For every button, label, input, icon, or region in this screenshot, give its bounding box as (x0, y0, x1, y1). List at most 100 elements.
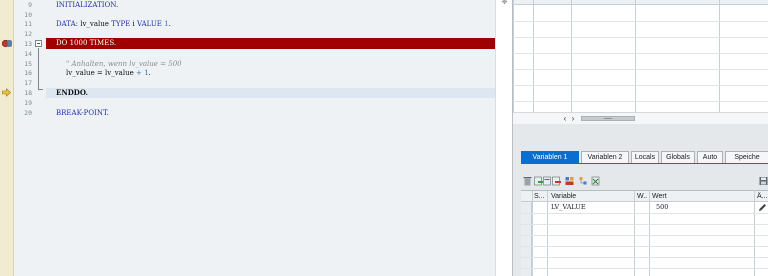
variables-tabbar: Variablen 1 Variablen 2 Locals Globals A… (521, 151, 768, 163)
keyword: BREAK-POINT. (56, 109, 109, 117)
punctuation: . (148, 69, 151, 77)
code-line-16[interactable]: lv_value = lv_value + 1. (46, 68, 495, 78)
grid-row-line (513, 21, 768, 22)
tab-underline (521, 163, 768, 164)
tab-auto[interactable]: Auto (697, 151, 723, 163)
table-row-line (521, 224, 768, 225)
scroll-thumb[interactable] (581, 116, 635, 121)
grid-column-line (513, 0, 514, 112)
grid-row-line (513, 69, 768, 70)
table-column-line (532, 191, 533, 276)
number-literal: 1 (141, 69, 149, 77)
table-column-line (754, 191, 755, 276)
comment: " Anhalten, wenn lv_value = 500 (66, 60, 182, 68)
fold-guide (38, 48, 39, 90)
grid-header-cell: 1 (537, 0, 541, 2)
line-number: 17 (24, 79, 32, 87)
line-number: 11 (24, 20, 32, 28)
identifier: i (130, 20, 137, 28)
edit-pencil-icon[interactable] (758, 203, 767, 212)
code-line-18[interactable]: ENDDO. (46, 88, 495, 98)
fold-column (34, 0, 46, 276)
pane-splitter[interactable]: ✥ (495, 0, 512, 276)
grid-column-line (571, 0, 572, 112)
keyword: DATA: (56, 20, 78, 28)
grid-row-line (513, 101, 768, 102)
keyword: INITIALIZATION. (56, 1, 119, 9)
table-row-line (521, 235, 768, 236)
grid-column-line (719, 0, 720, 112)
identifier: lv_value (77, 20, 112, 28)
grid-row-line (513, 85, 768, 86)
row-selector-column[interactable] (521, 191, 532, 276)
scroll-right-icon[interactable]: › (569, 114, 577, 123)
append-row-icon[interactable] (543, 176, 552, 186)
grid-row-line (513, 53, 768, 54)
table-row-line (521, 257, 768, 258)
grid-row-line (513, 37, 768, 38)
table-column-line (634, 191, 635, 276)
variable-value-cell[interactable]: 500 (656, 202, 668, 213)
source-editor[interactable]: 9 10 11 12 13 14 15 16 17 18 19 20 DO 10… (0, 0, 495, 276)
table-row-line (521, 246, 768, 247)
line-number: 14 (24, 50, 32, 58)
group-icon[interactable] (565, 176, 574, 186)
code-line-20[interactable]: BREAK-POINT. (46, 108, 495, 118)
tab-variablen-1[interactable]: Variablen 1 (521, 151, 579, 163)
column-header-wert[interactable]: Wert (652, 191, 667, 202)
code-line-11[interactable]: DATA: lv_value TYPE i VALUE 1. (46, 19, 495, 29)
tab-locals[interactable]: Locals (631, 151, 659, 163)
line-number: 20 (24, 109, 32, 117)
table-column-line (547, 191, 548, 276)
grid-header-cell: 1000 (637, 0, 653, 2)
save-icon[interactable] (759, 176, 768, 186)
breakpoint-icon[interactable] (2, 39, 12, 48)
line-number: 16 (24, 69, 32, 77)
grid-column-line (533, 0, 534, 112)
line-number-column: 9 10 11 12 13 14 15 16 17 18 19 20 (14, 0, 34, 276)
table-row-line (521, 213, 768, 214)
horizontal-scrollbar[interactable]: ‹ › (513, 112, 768, 124)
line-number: 9 (28, 1, 32, 9)
line-number: 12 (24, 30, 32, 38)
tab-speicher[interactable]: Speiche (725, 151, 768, 163)
delete-icon[interactable] (523, 176, 532, 186)
identifier: lv_value = lv_value (66, 69, 136, 77)
keyword: VALUE (136, 20, 162, 28)
keyword: ENDDO. (56, 88, 88, 97)
table-column-line (649, 191, 650, 276)
tab-variablen-2[interactable]: Variablen 2 (581, 151, 629, 163)
remove-row-icon[interactable] (552, 176, 561, 186)
punctuation: . (168, 20, 171, 28)
code-area[interactable]: INITIALIZATION. DATA: lv_value TYPE i VA… (46, 0, 495, 276)
splitter-grip-icon[interactable]: ✥ (500, 0, 509, 6)
line-number: 13 (24, 40, 32, 48)
variables-table[interactable]: S... Variable W.. Wert Ä... LV_VALUE 500 (521, 190, 768, 276)
fold-guide-end (38, 89, 43, 90)
line-number: 19 (24, 99, 32, 107)
grid-column-line (635, 0, 636, 112)
variables-area: Variablen 1 Variablen 2 Locals Globals A… (513, 124, 768, 276)
code-line-9[interactable]: INITIALIZATION. (46, 0, 495, 10)
table-row-line (521, 268, 768, 269)
column-header-a[interactable]: Ä... (757, 191, 768, 202)
debugger-right-panel: 1 1000 1000 … ‹ › Variablen 1 Variablen … (512, 0, 768, 276)
column-header-variable[interactable]: Variable (551, 191, 576, 202)
number-literal: 1 (161, 20, 169, 28)
excel-export-icon[interactable] (591, 176, 600, 186)
upper-grid-header: 1 1000 1000 … (513, 0, 768, 5)
column-header-w[interactable]: W.. (637, 191, 647, 202)
line-number: 18 (24, 89, 32, 97)
variable-name-cell[interactable]: LV_VALUE (551, 202, 586, 213)
insert-row-icon[interactable] (534, 176, 543, 186)
scroll-left-icon[interactable]: ‹ (561, 114, 569, 123)
grid-header-cell: … (725, 0, 732, 2)
upper-data-grid[interactable]: 1 1000 1000 … (513, 0, 768, 112)
keyword: TYPE (111, 20, 131, 28)
tab-globals[interactable]: Globals (661, 151, 695, 163)
current-statement-arrow-icon (2, 88, 11, 97)
fold-toggle-icon[interactable] (35, 40, 42, 47)
structure-icon[interactable] (579, 176, 588, 186)
column-header-s[interactable]: S... (534, 191, 545, 202)
grid-header-cell: 1000 (575, 0, 591, 2)
